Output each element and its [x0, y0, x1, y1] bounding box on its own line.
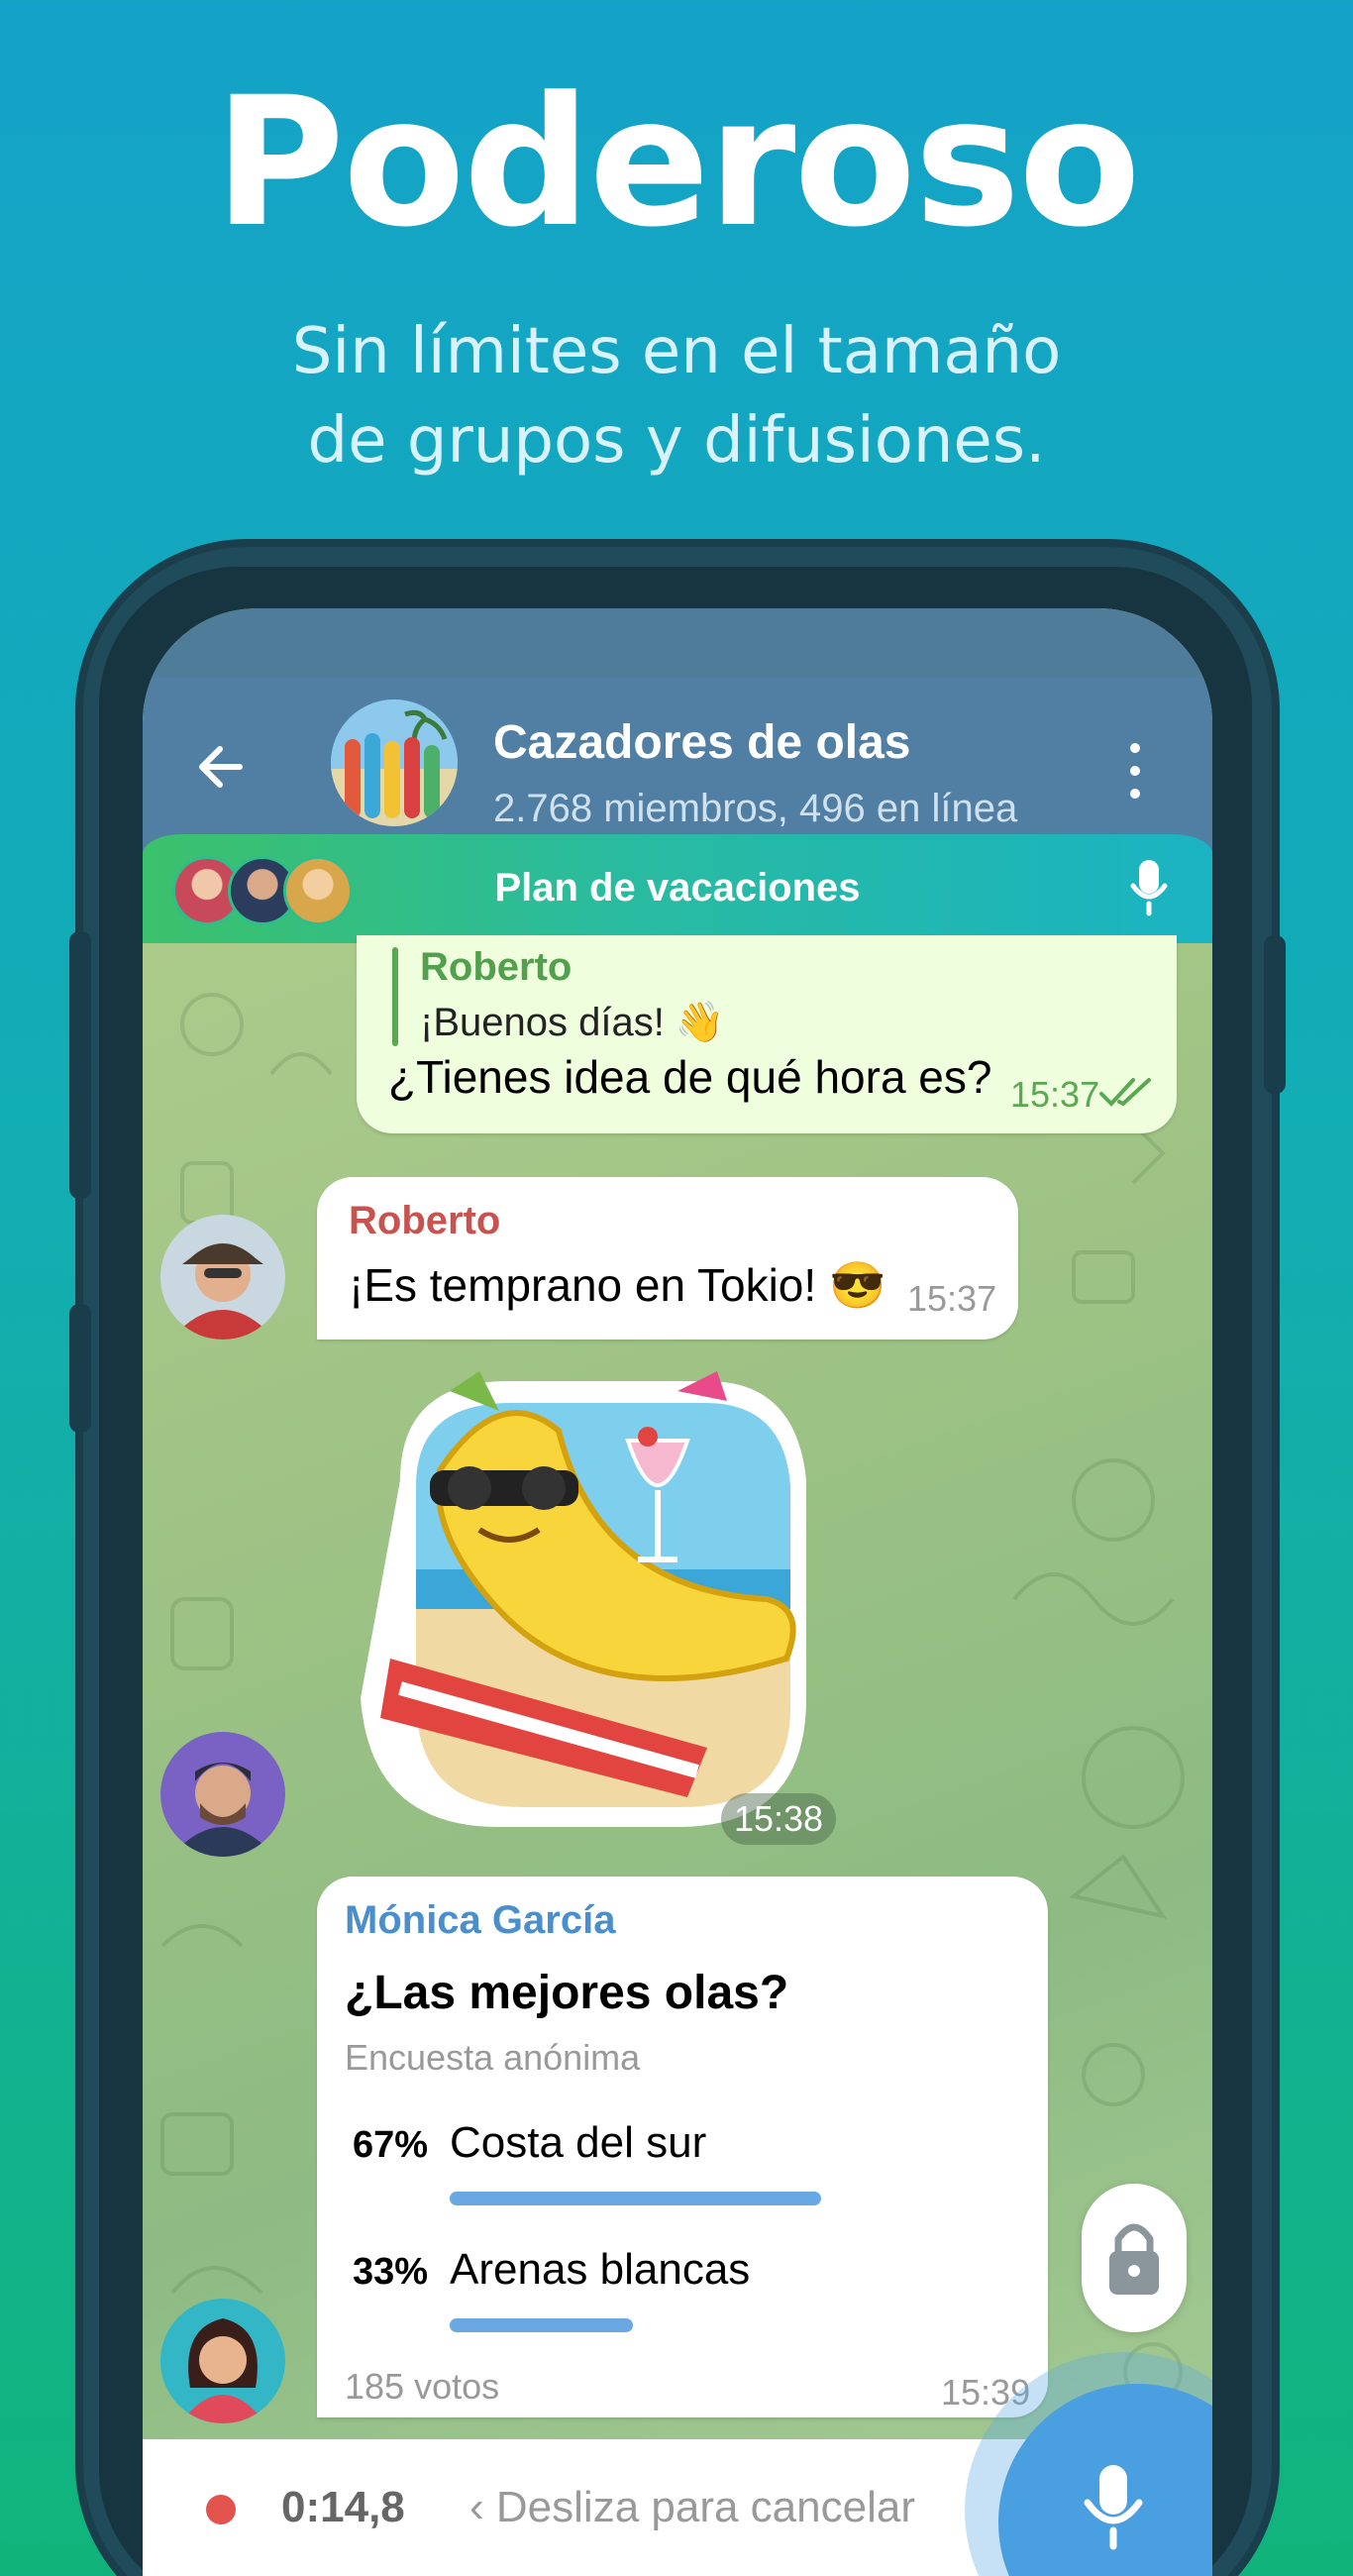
voice-chat-title: Plan de vacaciones: [494, 866, 861, 910]
sticker-time: 15:38: [721, 1793, 836, 1845]
poll-option-label: Costa del sur: [450, 2118, 707, 2167]
poll-option-bar: [450, 2192, 821, 2205]
slide-to-cancel[interactable]: ‹ Desliza para cancelar: [469, 2483, 915, 2532]
message-time: 15:37: [907, 1278, 997, 1319]
surfboards-image: [331, 699, 458, 826]
incoming-message-roberto[interactable]: Roberto ¡Es temprano en Tokio! 😎 15:37: [317, 1177, 1018, 1340]
poll-type: Encuesta anónima: [345, 2037, 641, 2078]
reply-text: ¡Buenos días! 👋: [420, 1001, 725, 1044]
status-bar: [143, 608, 1212, 678]
slide-to-cancel-label: Desliza para cancelar: [495, 2483, 915, 2531]
message-text: ¿Tienes idea de qué hora es?: [388, 1051, 992, 1103]
phone-side-button: [69, 931, 91, 1199]
chat-member-count: 2.768 miembros, 496 en línea: [493, 787, 1018, 830]
sender-name: Roberto: [349, 1199, 501, 1242]
poll-option-bar: [450, 2318, 633, 2332]
chevron-left-icon: ‹: [469, 2483, 496, 2531]
promo-subline: Sin límites en el tamaño de grupos y dif…: [0, 307, 1353, 485]
recording-indicator-dot: [206, 2495, 236, 2524]
back-button[interactable]: [190, 737, 250, 797]
poll-question: ¿Las mejores olas?: [345, 1967, 789, 2019]
avatar-monica-photo: [160, 2299, 285, 2423]
chat-title: Cazadores de olas: [493, 716, 911, 769]
reply-quote-bar: [392, 947, 398, 1046]
poll-message: Mónica García ¿Las mejores olas? Encuest…: [317, 1877, 1048, 2417]
recording-elapsed-time: 0:14,8: [281, 2483, 405, 2531]
avatar-sticker-sender[interactable]: [160, 1732, 285, 1857]
avatar-roberto-photo: [160, 1215, 285, 1340]
message-text: ¡Es temprano en Tokio! 😎: [349, 1259, 886, 1311]
promo-headline: Poderoso: [214, 59, 1141, 267]
outgoing-message[interactable]: Roberto ¡Buenos días! 👋 ¿Tienes idea de …: [357, 935, 1177, 1133]
chat-header: Cazadores de olas 2.768 miembros, 496 en…: [143, 678, 1212, 854]
message-time: 15:37: [1010, 1074, 1100, 1115]
arrow-left-icon: [199, 746, 243, 788]
poll-option-label: Arenas blancas: [450, 2245, 751, 2294]
phone-side-button: [1264, 935, 1286, 1094]
voice-chat-bar[interactable]: Plan de vacaciones: [143, 834, 1212, 943]
reply-sender: Roberto: [420, 945, 572, 989]
poll-option-percent: 33%: [353, 2251, 429, 2293]
sender-name: Mónica García: [345, 1898, 616, 1942]
record-lock-button[interactable]: [1082, 2184, 1187, 2332]
promo-subline-line-2: de grupos y difusiones.: [307, 404, 1046, 478]
double-check-icon: [1099, 1078, 1151, 1107]
phone-side-button: [69, 1304, 91, 1433]
promo-subline-line-1: Sin límites en el tamaño: [291, 315, 1062, 388]
avatar-roberto[interactable]: [160, 1215, 285, 1340]
more-vertical-icon[interactable]: [1123, 743, 1147, 803]
poll-option-percent: 67%: [353, 2124, 429, 2166]
phone-screen: Cazadores de olas 2.768 miembros, 496 en…: [143, 608, 1212, 2576]
banana-beach-sticker: [361, 1371, 806, 1827]
group-avatar[interactable]: [331, 699, 458, 826]
avatar-monica[interactable]: [160, 2299, 285, 2423]
microphone-icon: [1084, 2465, 1143, 2550]
banana-sticker[interactable]: [331, 1361, 836, 1837]
lock-icon: [1109, 2223, 1159, 2295]
record-voice-button[interactable]: [998, 2384, 1212, 2576]
microphone-icon[interactable]: [1129, 858, 1169, 917]
poll-vote-count: 185 votos: [345, 2366, 500, 2407]
avatar-bearded-man-photo: [160, 1732, 285, 1857]
